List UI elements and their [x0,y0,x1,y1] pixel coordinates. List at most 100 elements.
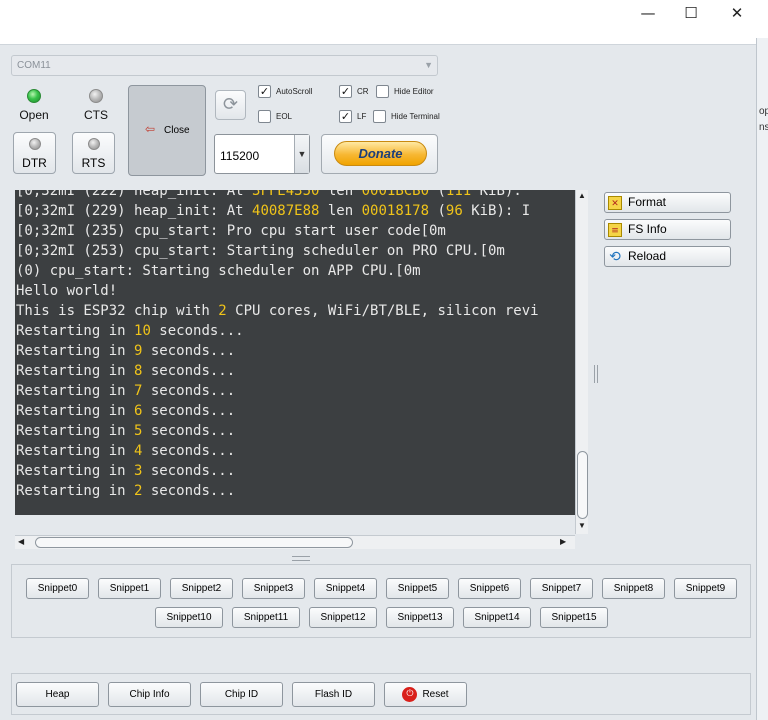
vertical-scroll-thumb[interactable] [577,451,588,519]
snippet-button[interactable]: Snippet13 [386,607,454,628]
baud-rate-value: 115200 [220,149,260,163]
chip-info-button[interactable]: Chip Info [108,682,191,707]
dtr-button[interactable]: DTR [13,132,56,174]
fs-info-button[interactable]: ≡ FS Info [604,219,731,240]
power-icon: ⏻ [402,686,418,702]
dtr-led-icon [28,138,41,150]
lf-checkbox[interactable]: ✓ LF [339,110,366,123]
scroll-right-icon[interactable]: ▶ [560,537,566,546]
donate-button[interactable]: Donate [334,141,427,166]
format-button[interactable]: ✕ Format [604,192,731,213]
baud-rate-select[interactable]: 115200 ▼ [214,134,310,174]
adjacent-text-2: ns [759,122,768,133]
adjacent-text-1: ope [759,106,768,117]
scroll-down-icon[interactable]: ▼ [578,521,586,530]
refresh-ports-button[interactable]: ⟳ [215,90,246,120]
horizontal-scroll-thumb[interactable] [35,537,353,548]
snippet-button[interactable]: Snippet6 [458,578,521,599]
terminal-line-partial: [0;32mI (222) heap_init: At 3FFE4350 len… [16,190,522,201]
terminal-text-segment: [0;32mI (253) cpu_start: Starting schedu… [16,243,505,259]
port-select[interactable]: COM11 ▼ [11,55,438,76]
terminal-line: Restarting in 7 seconds... [16,381,235,401]
reload-icon: ⟲ [609,248,621,265]
terminal-text-segment: 0001BCB0 [361,190,430,199]
snippet-button[interactable]: Snippet11 [232,607,300,628]
hide-terminal-checkbox[interactable]: Hide Terminal [373,110,440,123]
terminal-text-segment: Restarting in [16,363,135,379]
terminal-text-segment: seconds... [142,403,236,419]
fs-info-icon: ≡ [608,222,622,237]
reset-button[interactable]: ⏻ Reset [384,682,467,707]
terminal-text-segment: 2 [218,303,227,319]
terminal-vertical-scrollbar[interactable]: ▲ ▼ [575,190,588,534]
snippet-button[interactable]: Snippet4 [314,578,377,599]
terminal-line: Restarting in 8 seconds... [16,361,235,381]
reload-button[interactable]: ⟲ Reload [604,246,731,267]
lf-label: LF [357,112,367,121]
terminal-text-segment: 111 [445,190,472,199]
chip-id-button[interactable]: Chip ID [200,682,283,707]
snippet-button[interactable]: Snippet10 [155,607,223,628]
snippet-button[interactable]: Snippet12 [309,607,377,628]
snippet-button[interactable]: Snippet9 [674,578,737,599]
terminal-text-segment: len [319,190,362,199]
reset-label: Reset [422,689,449,700]
splitter-grip-vertical[interactable] [594,365,598,383]
snippet-button[interactable]: Snippet2 [170,578,233,599]
format-icon: ✕ [608,195,622,210]
snippet-button[interactable]: Snippet7 [530,578,593,599]
terminal-text-segment: Hello world! [16,283,118,299]
close-port-label: Close [164,125,190,136]
eol-checkbox[interactable]: EOL [258,110,292,123]
terminal-horizontal-scrollbar[interactable]: ◀ ▶ [15,535,575,549]
snippet-button[interactable]: Snippet0 [26,578,89,599]
terminal-text-segment: Restarting in [16,403,135,419]
reload-label: Reload [628,249,667,263]
autoscroll-checkbox[interactable]: ✓ AutoScroll [258,85,312,98]
flash-id-button[interactable]: Flash ID [292,682,375,707]
close-window-button[interactable]: ✕ [714,0,760,26]
terminal-text-segment: (0) cpu_start: Starting scheduler on APP… [16,263,421,279]
cr-label: CR [357,87,369,96]
chevron-down-icon: ▼ [424,60,433,70]
terminal-text-segment: Restarting in [16,423,135,439]
snippet-button[interactable]: Snippet15 [540,607,608,628]
terminal-text-segment: len [319,203,362,219]
terminal-line: This is ESP32 chip with 2 CPU cores, WiF… [16,301,539,321]
open-led-icon [27,89,41,103]
cr-checkbox[interactable]: ✓ CR [339,85,369,98]
hide-editor-box [376,85,389,98]
snippet-button[interactable]: Snippet8 [602,578,665,599]
close-port-icon: ⇦ [145,122,156,136]
snippet-panel [11,564,751,638]
scroll-left-icon[interactable]: ◀ [18,537,24,546]
snippet-button[interactable]: Snippet5 [386,578,449,599]
terminal-output[interactable]: [0;32mI (222) heap_init: At 3FFE4350 len… [15,190,575,515]
hide-editor-label: Hide Editor [394,87,434,96]
close-port-button[interactable]: ⇦ Close [128,85,206,176]
terminal-text-segment: KiB): [471,190,522,199]
scroll-up-icon[interactable]: ▲ [578,191,586,200]
terminal-text-segment: ( [429,190,446,199]
maximize-button[interactable]: ☐ [668,0,714,26]
autoscroll-label: AutoScroll [276,87,313,96]
snippet-button[interactable]: Snippet3 [242,578,305,599]
rts-led-icon [87,138,100,150]
heap-button[interactable]: Heap [16,682,99,707]
terminal-line: [0;32mI (229) heap_init: At 40087E88 len… [16,201,530,221]
snippet-button[interactable]: Snippet14 [463,607,531,628]
snippet-button[interactable]: Snippet1 [98,578,161,599]
terminal-text-segment: seconds... [150,323,244,339]
hide-editor-checkbox[interactable]: Hide Editor [376,85,434,98]
chevron-down-icon: ▼ [294,135,309,173]
rts-button[interactable]: RTS [72,132,115,174]
eol-box [258,110,271,123]
terminal-line: [0;32mI (253) cpu_start: Starting schedu… [16,241,505,261]
minimize-button[interactable]: — [625,0,671,26]
format-label: Format [628,195,667,209]
terminal-line: Restarting in 5 seconds... [16,421,235,441]
terminal-line: Restarting in 4 seconds... [16,441,235,461]
terminal-text-segment: seconds... [142,343,236,359]
dtr-label: DTR [22,156,47,170]
splitter-grip-horizontal[interactable] [292,556,310,561]
